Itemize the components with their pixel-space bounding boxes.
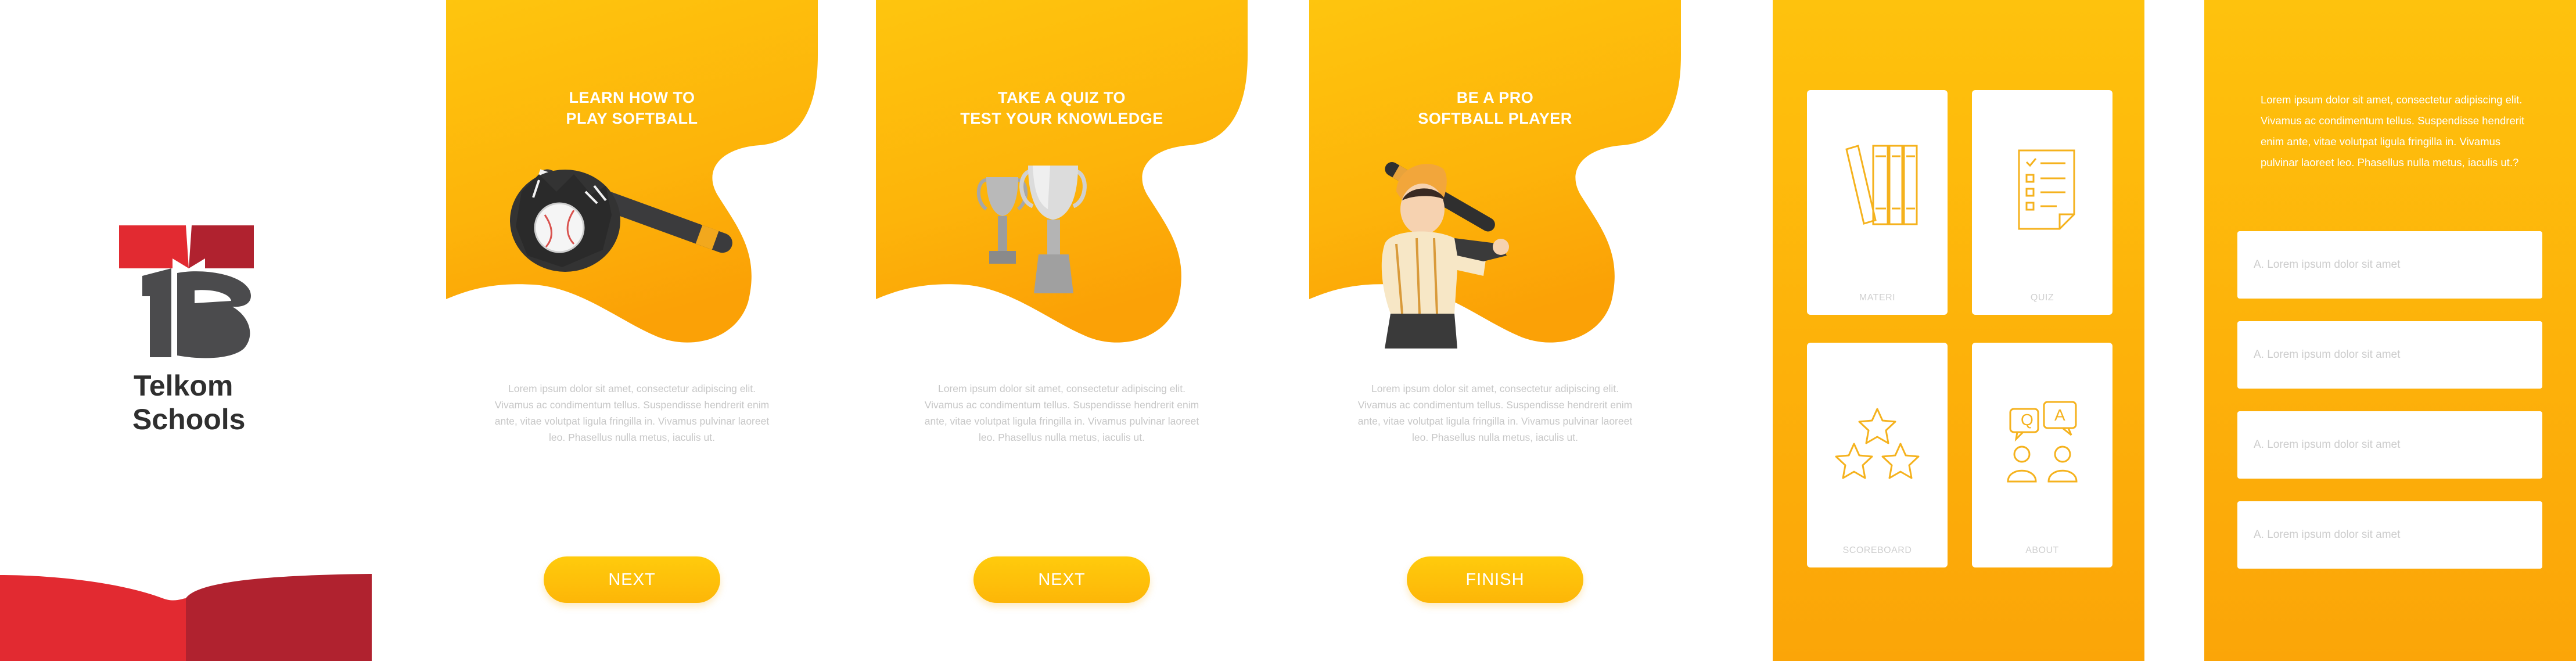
menu-card-label: ABOUT (2025, 545, 2059, 555)
answer-option-label: A. Lorem ipsum dolor sit amet (2254, 439, 2401, 451)
finish-button[interactable]: FINISH (1407, 556, 1583, 603)
brand-name-line2: Schools (132, 403, 246, 436)
onboarding-screen-2: TAKE A QUIZ TO TEST YOUR KNOWLEDGE Lorem… (876, 0, 1248, 661)
stars-icon (1835, 408, 1920, 479)
softball-player-illustration (1381, 162, 1509, 349)
onboarding-description: Lorem ipsum dolor sit amet, consectetur … (924, 383, 1199, 443)
next-button[interactable]: NEXT (544, 556, 720, 603)
onboarding-screen-3: BE A PRO SOFTBALL PLAYER Lorem ipsum dol… (1309, 0, 1681, 661)
menu-card-scoreboard[interactable]: SCOREBOARD (1807, 343, 1948, 567)
quiz-question-screen: Lorem ipsum dolor sit amet, consectetur … (2204, 0, 2576, 661)
svg-text:A: A (2054, 406, 2065, 424)
brand-panel: Telkom Schools (0, 0, 372, 661)
next-button[interactable]: NEXT (973, 556, 1150, 603)
onboarding-description: Lorem ipsum dolor sit amet, consectetur … (1357, 383, 1633, 443)
answer-option-label: A. Lorem ipsum dolor sit amet (2254, 349, 2401, 361)
menu-card-label: SCOREBOARD (1842, 545, 1912, 555)
answer-option-label: A. Lorem ipsum dolor sit amet (2254, 529, 2401, 541)
brand-name-line1: Telkom (134, 369, 233, 402)
menu-card-quiz[interactable]: QUIZ (1972, 90, 2112, 315)
menu-card-about[interactable]: Q A ABOUT (1972, 343, 2112, 567)
main-menu-screen: MATERI QUIZ SCOREBOARD Q A ABOUT (1773, 0, 2144, 661)
books-icon (1845, 145, 1918, 225)
quiz-question-text: Lorem ipsum dolor sit amet, consectetur … (2261, 94, 2525, 168)
menu-card-label: MATERI (1859, 293, 1896, 303)
telkom-schools-logo (0, 225, 372, 661)
menu-card-label: QUIZ (2030, 293, 2054, 303)
trophies-illustration (976, 166, 1087, 293)
glove-and-bat-illustration (510, 169, 732, 272)
answer-option[interactable]: A. Lorem ipsum dolor sit amet (2237, 501, 2542, 569)
answer-option[interactable]: A. Lorem ipsum dolor sit amet (2237, 411, 2542, 479)
answer-option[interactable]: A. Lorem ipsum dolor sit amet (2237, 231, 2542, 299)
menu-card-materi[interactable]: MATERI (1807, 90, 1948, 315)
answer-option[interactable]: A. Lorem ipsum dolor sit amet (2237, 321, 2542, 389)
onboarding-screen-1: LEARN HOW TO PLAY SOFTBALL Lorem ipsum d… (446, 0, 818, 661)
svg-text:Q: Q (2021, 411, 2034, 429)
checklist-icon (2018, 149, 2075, 230)
onboarding-description: Lorem ipsum dolor sit amet, consectetur … (494, 383, 770, 443)
chat-people-icon: Q A (2007, 401, 2078, 483)
answer-option-label: A. Lorem ipsum dolor sit amet (2254, 258, 2401, 271)
